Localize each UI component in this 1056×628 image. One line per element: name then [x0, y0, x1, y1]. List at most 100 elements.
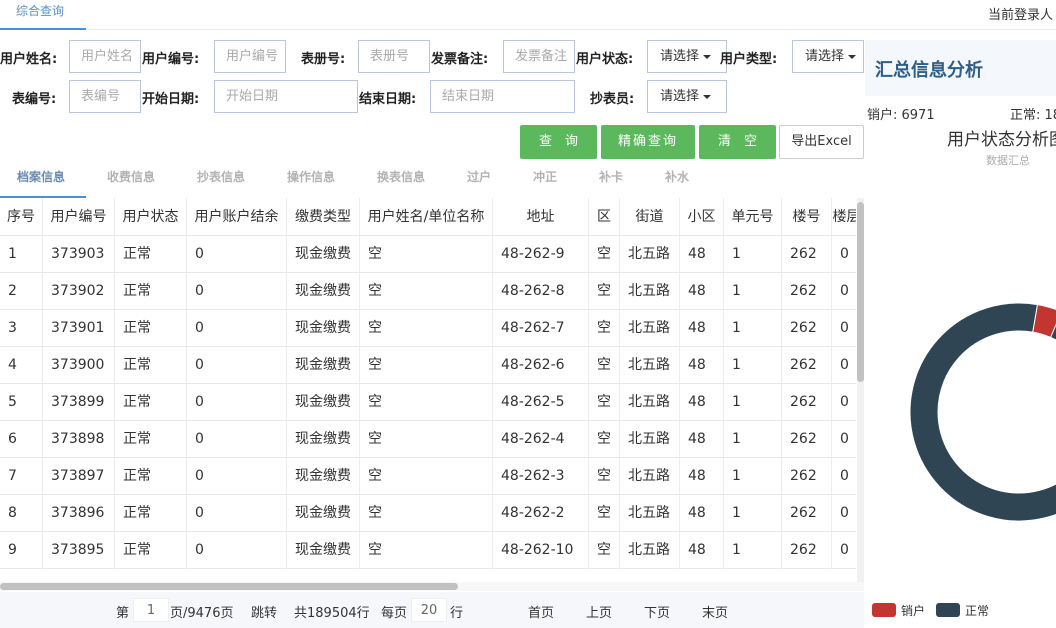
cell-user-code: 373899: [43, 384, 115, 421]
user-status-select[interactable]: 请选择: [647, 40, 727, 73]
cell-seq: 6: [0, 421, 43, 458]
panel-header: 汇总信息分析: [865, 40, 1056, 96]
stat-closed-accounts: 销户: 6971: [867, 108, 935, 123]
column-header-account-balance[interactable]: 用户账户结余: [187, 198, 287, 236]
clear-button[interactable]: 清 空: [699, 125, 776, 159]
column-header-user-code[interactable]: 用户编号: [43, 198, 115, 236]
register-input[interactable]: 表册号: [358, 40, 430, 73]
column-header-address[interactable]: 地址: [493, 198, 589, 236]
table-row[interactable]: 4 373900 正常 0 现金缴费空 48-262-6 空北五路 48 1 262 0: [0, 347, 856, 384]
user-type-select[interactable]: 请选择: [792, 40, 864, 73]
invoice-note-input[interactable]: 发票备注: [503, 40, 575, 73]
exact-query-button[interactable]: 精确查询: [601, 125, 695, 159]
cell-user-name: 空: [360, 310, 493, 347]
tab-transfer[interactable]: 过户: [467, 160, 491, 198]
table-header: 序号 用户编号 用户状态 用户账户结余 缴费类型 用户姓名/单位名称 地址区街道 小区 单元号楼…: [0, 198, 856, 236]
end-date-input[interactable]: 结束日期: [430, 80, 575, 113]
cell-user-code: 373900: [43, 347, 115, 384]
query-button[interactable]: 查 询: [520, 125, 597, 159]
reader-select[interactable]: 请选择: [647, 80, 727, 113]
cell-user-status: 正常: [115, 458, 187, 495]
donut-slice-normal[interactable]: [909, 302, 1056, 522]
tab-meter-change-info[interactable]: 换表信息: [377, 160, 425, 198]
cell-street: 北五路: [620, 236, 680, 273]
cell-community: 48: [680, 532, 724, 569]
vertical-scrollbar[interactable]: [857, 198, 864, 582]
tab-operation-info[interactable]: 操作信息: [287, 160, 335, 198]
column-header-street[interactable]: 街道: [620, 198, 680, 236]
stat-normal-accounts: 正常: 18: [1010, 108, 1056, 123]
user-name-input[interactable]: 用户姓名: [69, 40, 141, 73]
tab-charge-info[interactable]: 收费信息: [107, 160, 155, 198]
cell-payment-type: 现金缴费: [287, 273, 360, 310]
cell-community: 48: [680, 458, 724, 495]
cell-floor: 0: [832, 421, 856, 458]
per-page-input[interactable]: 20: [411, 598, 447, 622]
cell-street: 北五路: [620, 310, 680, 347]
next-page-link[interactable]: 下页: [644, 602, 670, 621]
vertical-scrollbar-thumb[interactable]: [857, 202, 864, 382]
cell-account-balance: 0: [187, 532, 287, 569]
cell-payment-type: 现金缴费: [287, 421, 360, 458]
column-header-floor[interactable]: 楼层: [832, 198, 857, 236]
cell-seq: 3: [0, 310, 43, 347]
tab-meter-reading-info[interactable]: 抄表信息: [197, 160, 245, 198]
cell-floor: 0: [832, 384, 856, 421]
column-header-user-status[interactable]: 用户状态: [115, 198, 187, 236]
cell-unit: 1: [724, 347, 782, 384]
horizontal-scrollbar-thumb[interactable]: [0, 583, 458, 590]
column-header-district[interactable]: 区: [589, 198, 620, 236]
table-row[interactable]: 1 373903 正常 0 现金缴费空 48-262-9 空北五路 48 1 262 0: [0, 236, 856, 273]
tab-comprehensive-query[interactable]: 综合查询: [0, 0, 86, 30]
cell-street: 北五路: [620, 384, 680, 421]
jump-link[interactable]: 跳转: [251, 602, 277, 621]
meter-code-input[interactable]: 表编号: [69, 80, 141, 113]
table-row[interactable]: 6 373898 正常 0 现金缴费空 48-262-4 空北五路 48 1 262 0: [0, 421, 856, 458]
prev-page-link[interactable]: 上页: [586, 602, 612, 621]
chart-subtitle: 数据汇总: [986, 154, 1030, 167]
table-row[interactable]: 2 373902 正常 0 现金缴费空 48-262-8 空北五路 48 1 262 0: [0, 273, 856, 310]
per-page-suffix: 行: [450, 606, 464, 621]
table-row[interactable]: 7 373897 正常 0 现金缴费空 48-262-3 空北五路 48 1 262 0: [0, 458, 856, 495]
cell-user-code: 373903: [43, 236, 115, 273]
cell-district: 空: [589, 236, 620, 273]
column-header-seq[interactable]: 序号: [0, 198, 43, 236]
cell-user-code: 373896: [43, 495, 115, 532]
cell-user-name: 空: [360, 273, 493, 310]
table-row[interactable]: 8 373896 正常 0 现金缴费空 48-262-2 空北五路 48 1 262 0: [0, 495, 856, 532]
cell-address: 48-262-9: [493, 236, 589, 273]
first-page-link[interactable]: 首页: [528, 602, 554, 621]
user-code-input[interactable]: 用户编号: [214, 40, 286, 73]
cell-address: 48-262-2: [493, 495, 589, 532]
cell-user-name: 空: [360, 236, 493, 273]
cell-user-code: 373901: [43, 310, 115, 347]
cell-unit: 1: [724, 273, 782, 310]
cell-community: 48: [680, 421, 724, 458]
cell-unit: 1: [724, 384, 782, 421]
horizontal-scrollbar[interactable]: [0, 582, 864, 591]
table-row[interactable]: 3 373901 正常 0 现金缴费空 48-262-7 空北五路 48 1 262 0: [0, 310, 856, 347]
start-date-input[interactable]: 开始日期: [214, 80, 358, 113]
chevron-down-icon: [703, 54, 712, 59]
table-row[interactable]: 5 373899 正常 0 现金缴费空 48-262-5 空北五路 48 1 262 0: [0, 384, 856, 421]
column-header-unit[interactable]: 单元号: [724, 198, 782, 236]
column-header-community[interactable]: 小区: [680, 198, 724, 236]
last-page-link[interactable]: 末页: [702, 602, 728, 621]
tab-water-supplement[interactable]: 补水: [665, 160, 689, 198]
cell-building: 262: [782, 458, 832, 495]
table-row[interactable]: 9 373895 正常 0 现金缴费空 48-262-10 空北五路 48 1 262 0: [0, 532, 856, 569]
tab-archive-info[interactable]: 档案信息: [0, 160, 86, 198]
column-header-payment-type[interactable]: 缴费类型: [287, 198, 360, 236]
cell-payment-type: 现金缴费: [287, 384, 360, 421]
cell-street: 北五路: [620, 532, 680, 569]
tab-card-reissue[interactable]: 补卡: [599, 160, 623, 198]
column-header-building[interactable]: 楼号: [782, 198, 832, 236]
cell-user-name: 空: [360, 458, 493, 495]
column-header-user-name[interactable]: 用户姓名/单位名称: [360, 198, 493, 236]
export-excel-button[interactable]: 导出Excel: [779, 125, 864, 159]
cell-seq: 9: [0, 532, 43, 569]
cell-seq: 7: [0, 458, 43, 495]
tab-reversal[interactable]: 冲正: [533, 160, 557, 198]
page-number-input[interactable]: 1: [133, 598, 169, 622]
cell-district: 空: [589, 421, 620, 458]
